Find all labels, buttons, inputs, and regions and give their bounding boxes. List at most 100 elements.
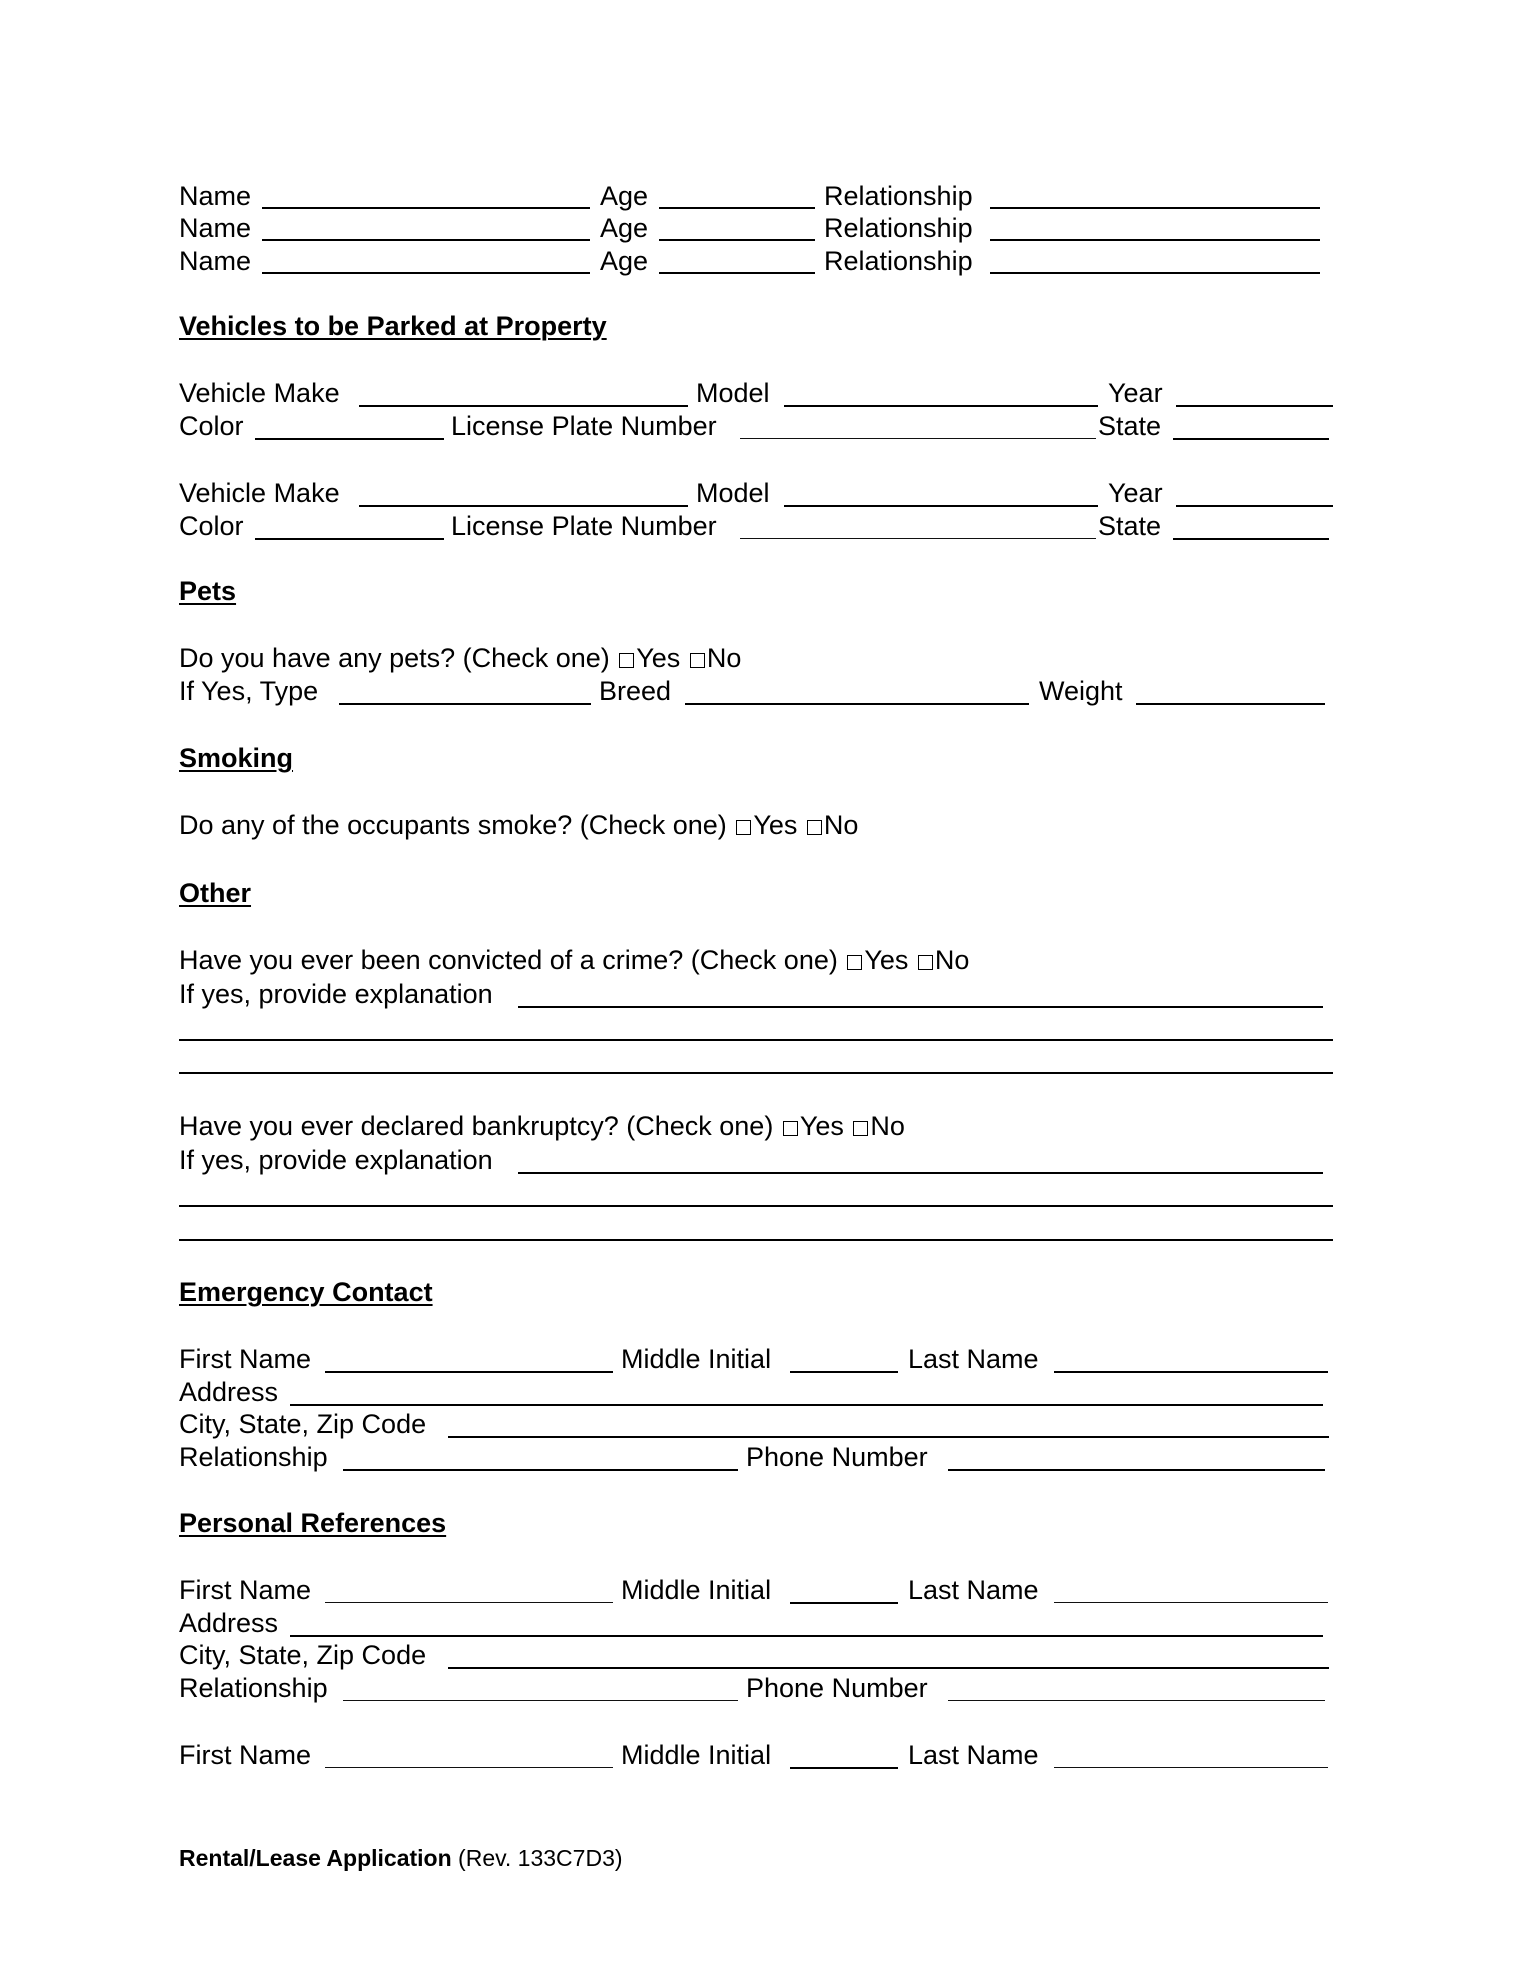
crime-no-checkbox[interactable] — [917, 955, 933, 970]
vehicle-make-field[interactable] — [359, 505, 688, 507]
bankruptcy-yes-label: Yes — [799, 1111, 844, 1141]
age-label: Age — [600, 181, 649, 211]
model-field[interactable] — [784, 505, 1098, 507]
model-label: Model — [696, 378, 770, 408]
page-footer: Rental/Lease Application (Rev. 133C7D3) — [179, 1844, 623, 1872]
age-label: Age — [600, 246, 649, 276]
year-field[interactable] — [1176, 405, 1333, 407]
pet-type-field[interactable] — [339, 703, 591, 705]
ref2-first-name-label: First Name — [179, 1740, 312, 1770]
ec-first-name-label: First Name — [179, 1344, 312, 1374]
pet-type-label: If Yes, Type — [179, 676, 319, 706]
name-field[interactable] — [262, 239, 590, 241]
ref2-last-name-label: Last Name — [908, 1740, 1039, 1770]
color-field[interactable] — [255, 438, 444, 440]
name-field[interactable] — [262, 207, 590, 209]
relationship-label: Relationship — [824, 181, 973, 211]
relationship-field[interactable] — [990, 239, 1320, 241]
ec-relationship-field[interactable] — [343, 1469, 738, 1471]
smoking-yes-label: Yes — [753, 810, 798, 840]
ref2-last-name-field[interactable] — [1054, 1767, 1328, 1768]
ec-city-field[interactable] — [448, 1436, 1329, 1438]
ec-last-name-field[interactable] — [1054, 1371, 1328, 1373]
section-heading-other: Other — [179, 878, 252, 908]
color-field[interactable] — [255, 538, 444, 540]
ref-address-label: Address — [179, 1608, 279, 1638]
color-label: Color — [179, 411, 244, 441]
ref-middle-initial-field[interactable] — [790, 1602, 898, 1604]
state-label: State — [1098, 511, 1162, 541]
crime-yes-checkbox[interactable] — [847, 955, 863, 970]
crime-question: Have you ever been convicted of a crime?… — [179, 944, 969, 976]
ec-address-label: Address — [179, 1377, 279, 1407]
name-label: Name — [179, 181, 252, 211]
section-heading-pets: Pets — [179, 576, 237, 606]
pets-no-label: No — [706, 643, 742, 673]
section-heading-smoking: Smoking — [179, 743, 294, 773]
ec-relationship-label: Relationship — [179, 1442, 328, 1472]
ref2-middle-initial-field[interactable] — [790, 1767, 898, 1769]
smoking-no-checkbox[interactable] — [806, 820, 822, 835]
model-field[interactable] — [784, 405, 1098, 407]
name-field[interactable] — [262, 272, 590, 274]
vehicle-make-field[interactable] — [359, 405, 688, 407]
crime-no-label: No — [934, 945, 970, 975]
license-plate-field[interactable] — [740, 538, 1096, 539]
ec-phone-field[interactable] — [948, 1469, 1325, 1471]
crime-explanation-label: If yes, provide explanation — [179, 979, 493, 1009]
bankruptcy-no-checkbox[interactable] — [853, 1121, 869, 1136]
ref2-middle-initial-label: Middle Initial — [621, 1740, 772, 1770]
ref2-first-name-field[interactable] — [325, 1767, 613, 1768]
name-label: Name — [179, 246, 252, 276]
state-field[interactable] — [1173, 438, 1329, 440]
vehicle-make-label: Vehicle Make — [179, 378, 340, 408]
crime-yes-label: Yes — [864, 945, 909, 975]
ec-city-label: City, State, Zip Code — [179, 1409, 427, 1439]
relationship-label: Relationship — [824, 213, 973, 243]
ref-city-label: City, State, Zip Code — [179, 1640, 427, 1670]
bankruptcy-explanation-line-3[interactable] — [179, 1239, 1333, 1241]
crime-explanation-field[interactable] — [518, 1006, 1323, 1008]
age-field[interactable] — [659, 239, 815, 241]
bankruptcy-yes-checkbox[interactable] — [782, 1121, 798, 1136]
year-field[interactable] — [1176, 505, 1333, 507]
ref-address-field[interactable] — [290, 1635, 1323, 1637]
pet-breed-field[interactable] — [685, 703, 1029, 705]
bankruptcy-explanation-line-2[interactable] — [179, 1205, 1333, 1207]
vehicle-make-label: Vehicle Make — [179, 478, 340, 508]
ref-city-field[interactable] — [448, 1667, 1329, 1669]
ref-last-name-field[interactable] — [1054, 1602, 1328, 1603]
ec-first-name-field[interactable] — [325, 1371, 613, 1373]
smoking-question-text: Do any of the occupants smoke? (Check on… — [179, 810, 727, 840]
ref-phone-field[interactable] — [948, 1700, 1325, 1701]
ec-middle-initial-field[interactable] — [790, 1371, 898, 1373]
ref-first-name-field[interactable] — [325, 1602, 613, 1603]
color-label: Color — [179, 511, 244, 541]
pet-weight-field[interactable] — [1136, 703, 1325, 705]
crime-question-text: Have you ever been convicted of a crime?… — [179, 945, 838, 975]
state-field[interactable] — [1173, 538, 1329, 540]
ref-relationship-field[interactable] — [343, 1700, 738, 1701]
age-field[interactable] — [659, 272, 815, 274]
bankruptcy-explanation-field[interactable] — [518, 1172, 1323, 1174]
pets-yes-label: Yes — [636, 643, 681, 673]
smoking-no-label: No — [823, 810, 859, 840]
pets-no-checkbox[interactable] — [689, 653, 705, 668]
year-label: Year — [1108, 378, 1163, 408]
age-field[interactable] — [659, 207, 815, 209]
footer-revision: (Rev. 133C7D3) — [458, 1845, 623, 1871]
license-plate-field[interactable] — [740, 438, 1096, 439]
relationship-field[interactable] — [990, 207, 1320, 209]
name-label: Name — [179, 213, 252, 243]
smoking-yes-checkbox[interactable] — [736, 820, 752, 835]
ec-address-field[interactable] — [290, 1404, 1323, 1406]
crime-explanation-line-3[interactable] — [179, 1072, 1333, 1074]
pets-yes-checkbox[interactable] — [619, 653, 635, 668]
relationship-field[interactable] — [990, 272, 1320, 274]
crime-explanation-line-2[interactable] — [179, 1039, 1333, 1041]
ref-first-name-label: First Name — [179, 1575, 312, 1605]
ref-relationship-label: Relationship — [179, 1673, 328, 1703]
age-label: Age — [600, 213, 649, 243]
footer-title: Rental/Lease Application — [179, 1845, 452, 1871]
section-heading-emergency-contact: Emergency Contact — [179, 1277, 433, 1307]
